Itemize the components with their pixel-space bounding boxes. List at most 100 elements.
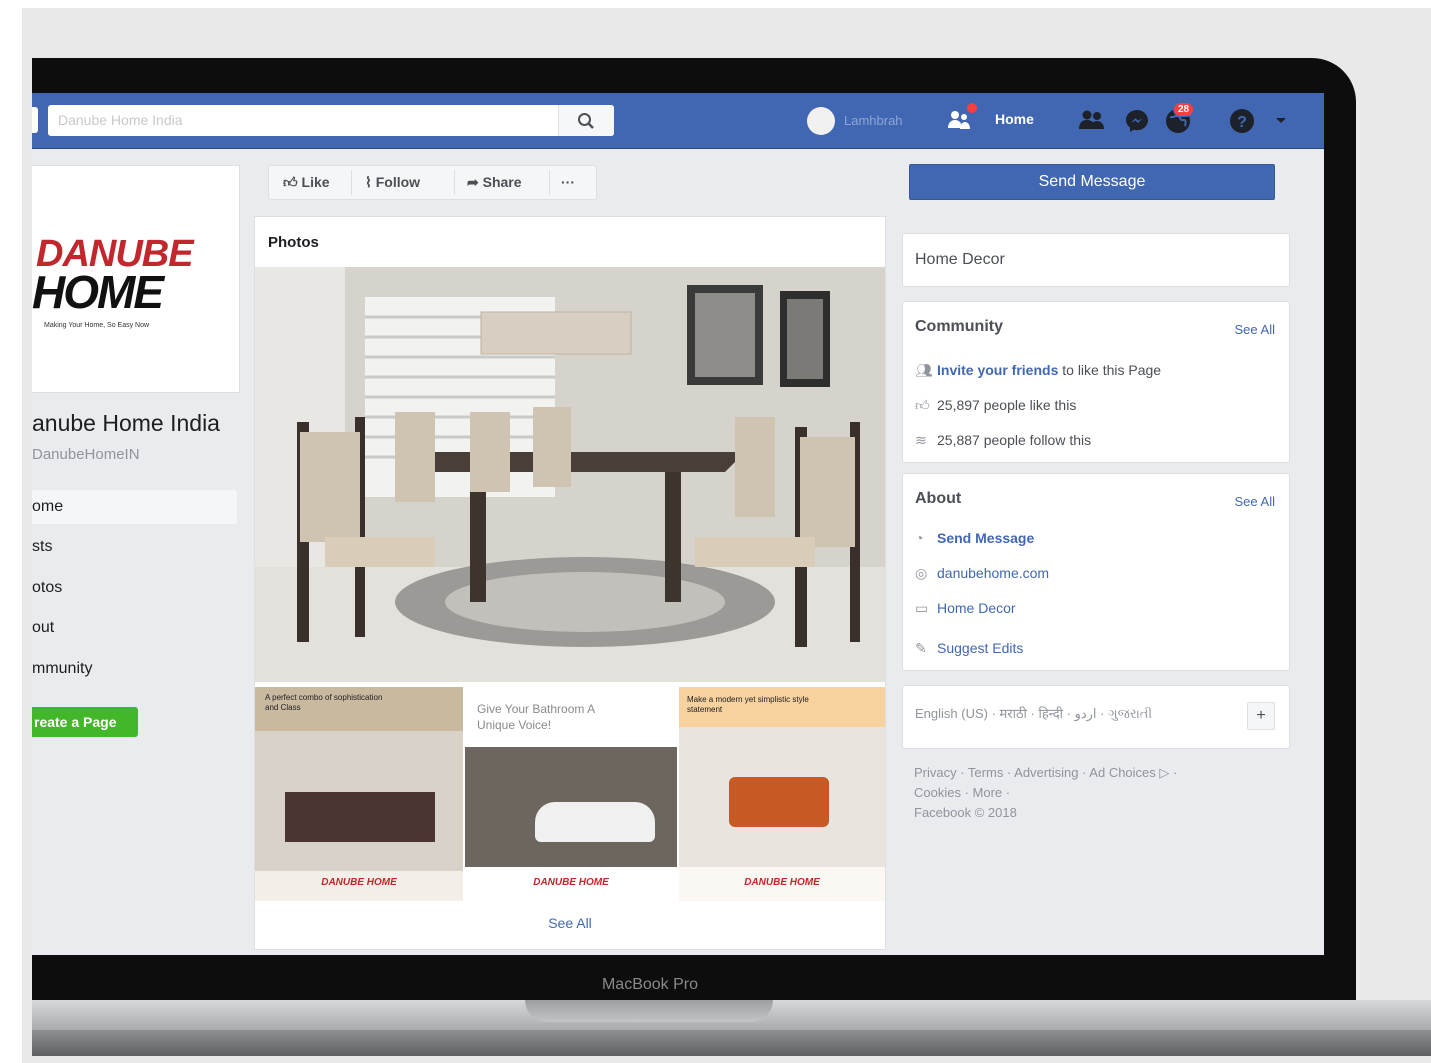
website-link[interactable]: danubehome.com: [937, 565, 1049, 581]
suggest-edits-link[interactable]: Suggest Edits: [937, 640, 1023, 656]
avatar[interactable]: [807, 107, 835, 135]
home-link[interactable]: Home: [995, 111, 1034, 127]
invite-friends-row: 👥︎ Invite your friends to like this Page: [915, 362, 1161, 379]
top-navigation-bar: Danube Home India Lamhbrah Home 28 ?: [32, 93, 1324, 149]
notification-count-badge: 28: [1173, 102, 1195, 117]
svg-text:?: ?: [1237, 114, 1247, 131]
thumbs-up-icon: 👍︎: [915, 397, 930, 413]
photos-card: Photos A perfect combo of sophistication…: [254, 216, 886, 950]
device-label: MacBook Pro: [601, 976, 699, 993]
folder-icon: ▭: [915, 600, 929, 616]
profile-picture[interactable]: DANUBE HOME Making Your Home, So Easy No…: [32, 165, 240, 393]
search-box[interactable]: Danube Home India: [48, 105, 614, 136]
community-heading: Community: [915, 318, 1003, 335]
friend-request-indicator: [967, 103, 977, 113]
search-input[interactable]: Danube Home India: [58, 112, 288, 128]
add-language-plus-icon[interactable]: +: [1247, 702, 1275, 730]
language-card: English (US) · मराठी · हिन्दी · اردو · ગ…: [902, 685, 1290, 749]
follow-button[interactable]: ⌇ Follow: [365, 166, 420, 199]
search-icon: [578, 113, 594, 129]
sidebar-item-home[interactable]: ome: [32, 490, 237, 524]
photos-see-all-link[interactable]: See All: [255, 915, 885, 931]
rss-icon: ≋: [915, 432, 927, 448]
bed-shape: [285, 792, 435, 842]
search-button[interactable]: [558, 105, 614, 136]
rss-icon: ⌇: [365, 174, 372, 190]
brand-tagline: Making Your Home, So Easy Now: [44, 322, 150, 329]
thumb-brand: DANUBE HOME: [533, 877, 609, 888]
thumb-brand: DANUBE HOME: [744, 877, 820, 888]
like-label: Like: [301, 174, 330, 190]
screen: Danube Home India Lamhbrah Home 28 ? DAN…: [32, 93, 1324, 955]
community-card: Community See All 👥︎ Invite your friends …: [902, 301, 1290, 463]
follows-count-row: ≋ 25,887 people follow this: [915, 432, 1091, 449]
about-card: About See All ◔ Send Message ◎ danubehome.…: [902, 473, 1290, 671]
page-margin: [0, 0, 22, 1063]
share-button[interactable]: ➦ Share: [467, 166, 522, 199]
sidebar-item-community[interactable]: mmunity: [32, 652, 237, 686]
sidebar-item-photos[interactable]: otos: [32, 571, 237, 605]
laptop-notch: [525, 1000, 773, 1022]
photo-thumbnail[interactable]: Give Your Bathroom A Unique Voice! DANUB…: [465, 687, 677, 901]
left-sidebar: DANUBE HOME Making Your Home, So Easy No…: [32, 148, 252, 955]
website-row: ◎ danubehome.com: [915, 565, 1049, 582]
follow-label: Follow: [375, 174, 421, 190]
divider: [454, 170, 455, 195]
about-see-all-link[interactable]: See All: [1235, 494, 1275, 509]
about-send-message-row: ◔ Send Message: [915, 530, 1034, 546]
about-heading: About: [915, 490, 962, 507]
friends-icon: 👥︎: [915, 362, 933, 378]
community-see-all-link[interactable]: See All: [1235, 322, 1275, 337]
divider: [351, 170, 352, 195]
likes-count: 25,897 people like this: [937, 397, 1077, 413]
globe-icon: ◎: [915, 565, 928, 581]
page-action-bar: 👍︎ Like ⌇ Follow ➦ Share ···: [268, 165, 597, 200]
thumb-caption: Make a modern yet simplistic style state…: [687, 695, 809, 714]
photos-heading[interactable]: Photos: [268, 234, 319, 251]
share-label: Share: [482, 174, 522, 190]
caret-down-icon[interactable]: [1275, 117, 1287, 125]
create-page-button[interactable]: reate a Page: [32, 707, 138, 737]
divider: [549, 170, 550, 195]
user-name-link[interactable]: Lamhbrah: [844, 113, 924, 128]
sidebar-item-about[interactable]: out: [32, 611, 237, 645]
facebook-logo-icon[interactable]: [32, 107, 38, 133]
about-send-message-link[interactable]: Send Message: [937, 530, 1034, 546]
help-icon[interactable]: ?: [1228, 107, 1256, 135]
footer: Privacy · Terms · Advertising · Ad Choic…: [914, 763, 1254, 823]
invite-friends-link[interactable]: Invite your friends: [937, 362, 1058, 378]
likes-count-row: 👍︎ 25,897 people like this: [915, 397, 1076, 414]
share-arrow-icon: ➦: [467, 174, 479, 190]
page-title[interactable]: anube Home India: [32, 410, 220, 437]
messenger-icon: ◔: [915, 530, 924, 546]
language-links[interactable]: English (US) · मराठी · हिन्दी · اردو · ગ…: [915, 704, 1152, 722]
featured-photo[interactable]: [255, 267, 885, 682]
bathtub-shape: [535, 802, 655, 842]
laptop-base-shadow: [32, 1030, 1431, 1056]
category-row: ▭ Home Decor: [915, 600, 1016, 617]
photo-thumbnail[interactable]: A perfect combo of sophistication and Cl…: [255, 687, 463, 901]
messenger-icon[interactable]: [1124, 108, 1150, 134]
photo-thumbnail[interactable]: Make a modern yet simplistic style state…: [679, 687, 885, 901]
category-link[interactable]: Home Decor: [937, 600, 1016, 616]
page-category[interactable]: Home Decor: [915, 251, 1005, 269]
sidebar-item-posts[interactable]: sts: [32, 530, 237, 564]
brand-logo-line2: HOME: [32, 266, 164, 318]
category-card: Home Decor: [902, 233, 1290, 287]
page-username[interactable]: DanubeHomeIN: [32, 446, 140, 463]
footer-links-line2[interactable]: Cookies · More ·: [914, 783, 1254, 803]
footer-links-line1[interactable]: Privacy · Terms · Advertising · Ad Choic…: [914, 763, 1254, 783]
thumb-caption: Give Your Bathroom A Unique Voice!: [477, 702, 595, 732]
suggest-edits-row: ✎ Suggest Edits: [915, 640, 1023, 657]
invite-friends-text: to like this Page: [1058, 362, 1162, 378]
send-message-button[interactable]: Send Message: [909, 164, 1275, 200]
thumb-caption: A perfect combo of sophistication and Cl…: [265, 693, 383, 712]
copyright: Facebook © 2018: [914, 805, 1017, 820]
thumb-brand: DANUBE HOME: [321, 877, 397, 888]
pencil-icon: ✎: [915, 640, 927, 656]
friends-icon[interactable]: [1078, 108, 1106, 132]
follows-count: 25,887 people follow this: [937, 432, 1092, 448]
more-options-button[interactable]: ···: [561, 166, 575, 199]
like-button[interactable]: 👍︎ Like: [283, 166, 330, 199]
sofa-shape: [729, 777, 829, 827]
